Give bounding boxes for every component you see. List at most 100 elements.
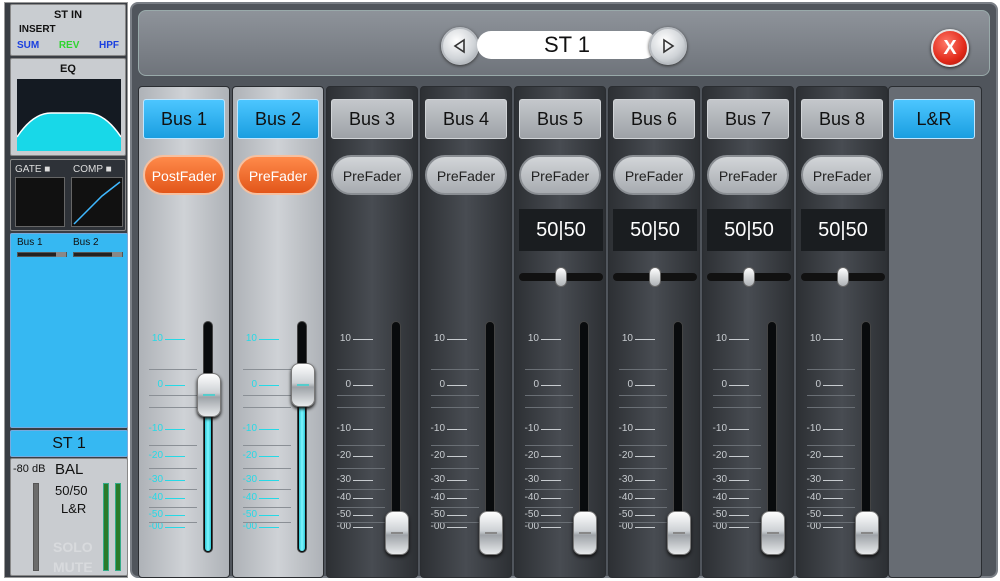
tap-point-button[interactable]: PreFader xyxy=(707,155,789,195)
scale-minor-tick xyxy=(243,468,291,469)
close-button[interactable]: X xyxy=(931,29,969,67)
tap-point-button[interactable]: PreFader xyxy=(519,155,601,195)
fader-scale: 10 0 -10 -20 -30 -40 -50 -00 xyxy=(609,319,669,539)
scale-minor-tick xyxy=(149,445,197,446)
bus-select-button[interactable]: Bus 4 xyxy=(425,99,507,139)
channel-name[interactable]: ST 1 xyxy=(10,430,128,457)
pan-slider[interactable] xyxy=(707,267,791,287)
scale-tick xyxy=(541,515,561,516)
scale-label: -10 xyxy=(712,423,727,434)
pan-slider[interactable] xyxy=(519,267,603,287)
scale-label: 10 xyxy=(245,333,257,344)
scale-tick xyxy=(729,339,749,340)
fader-knob[interactable] xyxy=(761,511,785,555)
st-in-block[interactable]: ST IN INSERT SUM REV HPF xyxy=(10,4,126,56)
pan-value-display: 50|50 xyxy=(519,209,603,251)
tap-point-button[interactable]: PostFader xyxy=(143,155,225,195)
bus-select-button[interactable]: Bus 8 xyxy=(801,99,883,139)
scale-tick xyxy=(165,527,185,528)
bus-send-block[interactable]: Bus 1 Bus 2 xyxy=(10,233,128,428)
scale-tick xyxy=(541,385,561,386)
scale-tick xyxy=(447,385,467,386)
pan-knob[interactable] xyxy=(837,267,849,287)
scale-tick xyxy=(447,456,467,457)
scale-label: 0 xyxy=(345,379,351,390)
pan-knob[interactable] xyxy=(555,267,567,287)
scale-label: -20 xyxy=(524,450,539,461)
tap-point-button[interactable]: PreFader xyxy=(613,155,695,195)
lr-button[interactable]: L&R xyxy=(893,99,975,139)
scale-tick xyxy=(823,498,843,499)
scale-minor-tick xyxy=(431,395,479,396)
meter-db-label: -80 dB xyxy=(13,463,46,475)
bus-select-button[interactable]: Bus 5 xyxy=(519,99,601,139)
fader-track[interactable] xyxy=(203,321,213,553)
tap-point-button[interactable]: PreFader xyxy=(331,155,413,195)
eq-curve-icon xyxy=(17,112,121,151)
scale-minor-tick xyxy=(619,445,667,446)
next-channel-button[interactable] xyxy=(649,27,687,65)
prev-channel-button[interactable] xyxy=(441,27,479,65)
bus-select-button[interactable]: Bus 3 xyxy=(331,99,413,139)
scale-minor-tick xyxy=(243,489,291,490)
fader-knob[interactable] xyxy=(197,373,221,417)
scale-label: 0 xyxy=(157,379,163,390)
scale-label: -30 xyxy=(806,474,821,485)
pan-slider[interactable] xyxy=(613,267,697,287)
bus-select-button[interactable]: Bus 7 xyxy=(707,99,789,139)
scale-tick xyxy=(353,498,373,499)
scale-tick xyxy=(259,339,279,340)
solo-button[interactable]: SOLO xyxy=(53,539,93,555)
scale-label: -00 xyxy=(430,521,445,532)
fader-knob[interactable] xyxy=(385,511,409,555)
scale-minor-tick xyxy=(807,489,855,490)
scale-label: -50 xyxy=(712,509,727,520)
eq-block[interactable]: EQ xyxy=(10,58,126,156)
bus-select-button[interactable]: Bus 2 xyxy=(237,99,319,139)
mute-button[interactable]: MUTE xyxy=(53,559,93,575)
scale-label: -50 xyxy=(806,509,821,520)
pan-knob[interactable] xyxy=(649,267,661,287)
balance-value: 50/50 xyxy=(55,483,88,498)
bus-strip: Bus 5 PreFader 50|50 10 0 -10 -20 -30 -40 -50 -00 xyxy=(514,86,606,578)
scale-minor-tick xyxy=(807,468,855,469)
scale-minor-tick xyxy=(619,522,667,523)
pan-knob[interactable] xyxy=(743,267,755,287)
scale-label: -10 xyxy=(430,423,445,434)
scale-minor-tick xyxy=(337,468,385,469)
channel-meter-block: -80 dB BAL 50/50 L&R SOLO MUTE xyxy=(10,458,128,576)
bus-select-button[interactable]: Bus 1 xyxy=(143,99,225,139)
scale-label: -20 xyxy=(712,450,727,461)
scale-minor-tick xyxy=(807,507,855,508)
pan-slider[interactable] xyxy=(801,267,885,287)
scale-tick xyxy=(259,456,279,457)
comp-curve-icon xyxy=(73,181,121,225)
scale-tick xyxy=(635,429,655,430)
scale-tick xyxy=(353,456,373,457)
insert-label: INSERT xyxy=(19,24,56,35)
bus1-send-bar xyxy=(17,252,67,257)
scale-label: -30 xyxy=(148,474,163,485)
scale-label: -20 xyxy=(336,450,351,461)
tap-point-button[interactable]: PreFader xyxy=(237,155,319,195)
scale-tick xyxy=(823,527,843,528)
fader-track[interactable] xyxy=(297,321,307,553)
scale-label: 0 xyxy=(627,379,633,390)
fader-scale: 10 0 -10 -20 -30 -40 -50 -00 xyxy=(703,319,763,539)
tap-point-button[interactable]: PreFader xyxy=(801,155,883,195)
scale-minor-tick xyxy=(713,369,761,370)
fader-knob[interactable] xyxy=(573,511,597,555)
fader-knob[interactable] xyxy=(667,511,691,555)
scale-tick xyxy=(165,498,185,499)
fader-knob[interactable] xyxy=(855,511,879,555)
dynamics-block[interactable]: GATE ■ COMP ■ xyxy=(10,159,126,231)
scale-label: -30 xyxy=(430,474,445,485)
bus-strip: Bus 6 PreFader 50|50 10 0 -10 -20 -30 -40 -50 -00 xyxy=(608,86,700,578)
scale-label: -40 xyxy=(712,492,727,503)
scale-minor-tick xyxy=(525,369,573,370)
fader-knob[interactable] xyxy=(291,363,315,407)
fader-knob[interactable] xyxy=(479,511,503,555)
bus-select-button[interactable]: Bus 6 xyxy=(613,99,695,139)
tap-point-button[interactable]: PreFader xyxy=(425,155,507,195)
scale-minor-tick xyxy=(713,522,761,523)
